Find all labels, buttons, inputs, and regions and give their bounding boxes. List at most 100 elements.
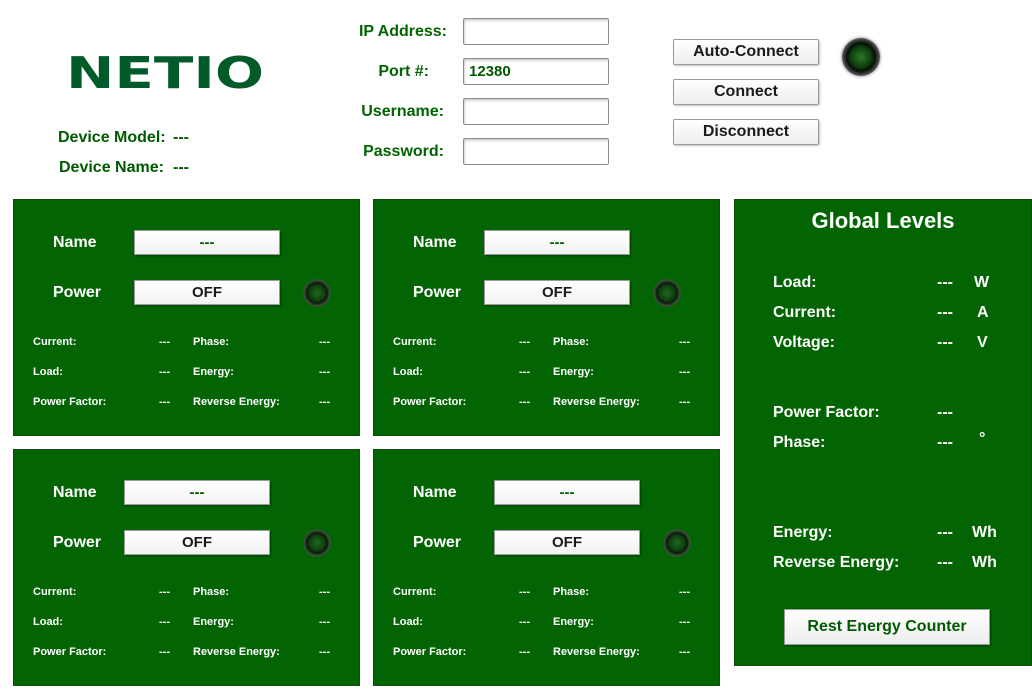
global-load-label: Load: [773, 274, 817, 291]
output-power-toggle[interactable]: OFF [124, 530, 270, 555]
output-name-label: Name [53, 234, 97, 251]
output-name-label: Name [413, 234, 457, 251]
power-factor-value: --- [159, 646, 170, 658]
disconnect-button[interactable]: Disconnect [673, 119, 819, 145]
phase-label: Phase: [193, 336, 230, 348]
global-energy-unit: Wh [972, 524, 997, 541]
global-energy-value: --- [937, 524, 953, 541]
energy-label: Energy: [553, 366, 594, 378]
global-reverse-energy-label: Reverse Energy: [773, 554, 900, 571]
global-power-factor-value: --- [937, 404, 953, 421]
phase-label: Phase: [553, 586, 590, 598]
current-label: Current: [33, 336, 77, 348]
reverse-energy-value: --- [679, 646, 690, 658]
global-energy-label: Energy: [773, 524, 833, 541]
output-power-toggle[interactable]: OFF [134, 280, 280, 305]
power-factor-label: Power Factor: [33, 646, 107, 658]
current-label: Current: [393, 586, 437, 598]
global-reverse-energy-value: --- [937, 554, 953, 571]
power-factor-label: Power Factor: [393, 396, 467, 408]
connect-button[interactable]: Connect [673, 79, 819, 105]
device-name-label: Device Name: [59, 159, 164, 176]
power-factor-value: --- [519, 646, 530, 658]
port-label: Port #: [378, 63, 429, 80]
output-power-toggle[interactable]: OFF [494, 530, 640, 555]
output-name-field[interactable]: --- [134, 230, 280, 255]
reverse-energy-value: --- [319, 646, 330, 658]
output-status-led-icon [304, 280, 330, 306]
output-name-field[interactable]: --- [494, 480, 640, 505]
load-value: --- [159, 366, 170, 378]
reverse-energy-value: --- [679, 396, 690, 408]
energy-value: --- [319, 616, 330, 628]
phase-value: --- [319, 336, 330, 348]
port-input[interactable] [463, 58, 609, 85]
global-phase-label: Phase: [773, 434, 826, 451]
global-voltage-label: Voltage: [773, 334, 835, 351]
auto-connect-button[interactable]: Auto-Connect [673, 39, 819, 65]
output-name-label: Name [413, 484, 457, 501]
current-value: --- [519, 336, 530, 348]
output-status-led-icon [664, 530, 690, 556]
output-name-field[interactable]: --- [124, 480, 270, 505]
energy-label: Energy: [193, 616, 234, 628]
password-label: Password: [363, 143, 444, 160]
output-power-toggle[interactable]: OFF [484, 280, 630, 305]
device-model-value: --- [173, 129, 189, 146]
power-factor-label: Power Factor: [393, 646, 467, 658]
current-value: --- [159, 336, 170, 348]
energy-label: Energy: [553, 616, 594, 628]
output-panel-4: Name --- Power OFF Current: --- Phase: -… [373, 449, 720, 686]
load-label: Load: [393, 616, 423, 628]
energy-value: --- [679, 616, 690, 628]
global-load-unit: W [974, 274, 990, 291]
output-power-label: Power [413, 284, 462, 301]
reverse-energy-label: Reverse Energy: [193, 396, 280, 408]
ip-address-label: IP Address: [358, 23, 447, 40]
reverse-energy-label: Reverse Energy: [193, 646, 280, 658]
reverse-energy-label: Reverse Energy: [553, 646, 640, 658]
global-phase-unit: ° [979, 430, 986, 447]
global-current-unit: A [977, 304, 989, 321]
password-input[interactable] [463, 138, 609, 165]
output-power-label: Power [53, 534, 102, 551]
global-levels-title: Global Levels [811, 208, 955, 233]
output-power-label: Power [53, 284, 102, 301]
ip-address-input[interactable] [463, 18, 609, 45]
output-name-label: Name [53, 484, 97, 501]
global-current-label: Current: [773, 304, 837, 321]
global-voltage-unit: V [977, 334, 988, 351]
output-name-field[interactable]: --- [484, 230, 630, 255]
reset-energy-counter-button[interactable]: Rest Energy Counter [784, 609, 990, 645]
phase-label: Phase: [553, 336, 590, 348]
phase-value: --- [679, 336, 690, 348]
output-panel-2: Name --- Power OFF Current: --- Phase: -… [373, 199, 720, 436]
output-status-led-icon [304, 530, 330, 556]
username-label: Username: [361, 103, 444, 120]
reverse-energy-value: --- [319, 396, 330, 408]
energy-value: --- [319, 366, 330, 378]
load-label: Load: [33, 366, 63, 378]
phase-label: Phase: [193, 586, 230, 598]
connection-status-led-icon [842, 38, 880, 76]
global-reverse-energy-unit: Wh [972, 554, 997, 571]
phase-value: --- [679, 586, 690, 598]
energy-label: Energy: [193, 366, 234, 378]
netio-logo: NETIO [66, 50, 264, 94]
power-factor-value: --- [159, 396, 170, 408]
output-power-label: Power [413, 534, 462, 551]
username-input[interactable] [463, 98, 609, 125]
load-value: --- [519, 366, 530, 378]
global-current-value: --- [937, 304, 953, 321]
power-factor-value: --- [519, 396, 530, 408]
output-panel-3: Name --- Power OFF Current: --- Phase: -… [13, 449, 360, 686]
global-power-factor-label: Power Factor: [773, 404, 880, 421]
current-label: Current: [393, 336, 437, 348]
global-levels-panel: Global Levels Load: --- W Current: --- A… [734, 199, 1032, 666]
reverse-energy-label: Reverse Energy: [553, 396, 640, 408]
current-value: --- [159, 586, 170, 598]
device-name-value: --- [173, 159, 189, 176]
energy-value: --- [679, 366, 690, 378]
global-voltage-value: --- [937, 334, 953, 351]
current-label: Current: [33, 586, 77, 598]
